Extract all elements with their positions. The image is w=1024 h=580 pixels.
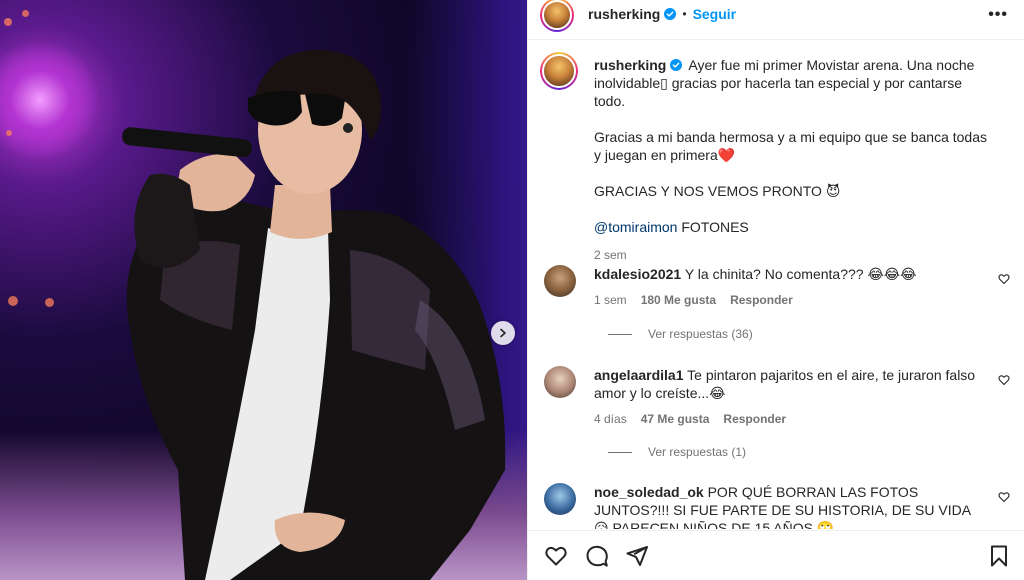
caption-avatar[interactable] — [540, 52, 578, 90]
post-caption: rusherking Ayer fue mi primer Movistar a… — [540, 52, 1010, 264]
comment-item: kdalesio2021 Y la chinita? No comenta???… — [544, 265, 1014, 309]
comment-time[interactable]: 1 sem — [594, 291, 627, 309]
separator-dot: • — [682, 6, 687, 21]
reply-button[interactable]: Responder — [730, 291, 793, 309]
post-action-bar — [528, 530, 1024, 580]
commenter-username[interactable]: noe_soledad_ok — [594, 484, 704, 500]
post-header: rusherking • Seguir ••• — [528, 0, 1024, 40]
comment-item: angelaardila1 Te pintaron pajaritos en e… — [544, 366, 1014, 428]
commenter-username[interactable]: kdalesio2021 — [594, 266, 681, 282]
post-detail-panel: rusherking • Seguir ••• rusherking Ayer … — [527, 0, 1024, 580]
caption-paragraph: Gracias a mi banda hermosa y a mi equipo… — [594, 129, 988, 163]
bookmark-icon[interactable] — [987, 544, 1011, 568]
view-replies-button[interactable]: Ver respuestas (1) — [608, 445, 746, 459]
view-replies-label: Ver respuestas (36) — [648, 327, 753, 341]
follow-button[interactable]: Seguir — [693, 6, 737, 22]
reply-button[interactable]: Responder — [723, 410, 786, 428]
mention-link[interactable]: @tomiraimon — [594, 219, 677, 235]
author-avatar[interactable] — [540, 0, 574, 32]
comment-time[interactable]: 4 días — [594, 410, 627, 428]
author-username[interactable]: rusherking — [588, 6, 660, 22]
caption-mention-suffix: FOTONES — [677, 219, 749, 235]
like-comment-heart-icon[interactable] — [998, 374, 1010, 386]
like-comment-heart-icon[interactable] — [998, 273, 1010, 285]
more-options-icon[interactable]: ••• — [988, 6, 1008, 24]
post-photo[interactable] — [0, 0, 527, 580]
verified-badge-icon — [664, 7, 677, 20]
post-timestamp[interactable]: 2 sem — [594, 246, 994, 264]
replies-divider — [608, 333, 632, 335]
comment-likes[interactable]: 180 Me gusta — [641, 291, 716, 309]
comment-icon[interactable] — [585, 544, 609, 568]
next-photo-button[interactable] — [491, 321, 515, 345]
comment-likes[interactable]: 47 Me gusta — [641, 410, 710, 428]
verified-badge-icon — [670, 59, 683, 71]
caption-username[interactable]: rusherking — [594, 57, 666, 73]
commenter-avatar[interactable] — [544, 265, 576, 297]
commenter-avatar[interactable] — [544, 366, 576, 398]
share-icon[interactable] — [625, 544, 649, 568]
performer-figure — [122, 49, 506, 580]
view-replies-button[interactable]: Ver respuestas (36) — [608, 327, 753, 341]
comment-text: Y la chinita? No comenta??? 😂😂😂 — [684, 266, 917, 282]
heart-icon[interactable] — [544, 544, 568, 568]
commenter-avatar[interactable] — [544, 483, 576, 515]
caption-paragraph: GRACIAS Y NOS VEMOS PRONTO 😈 — [594, 183, 841, 199]
replies-divider — [608, 451, 632, 453]
post-viewer: rusherking • Seguir ••• rusherking Ayer … — [0, 0, 1024, 580]
view-replies-label: Ver respuestas (1) — [648, 445, 747, 459]
like-comment-heart-icon[interactable] — [998, 491, 1010, 503]
commenter-username[interactable]: angelaardila1 — [594, 367, 684, 383]
comment-item: noe_soledad_ok POR QUÉ BORRAN LAS FOTOS … — [544, 483, 1014, 529]
chevron-right-icon — [500, 328, 506, 338]
